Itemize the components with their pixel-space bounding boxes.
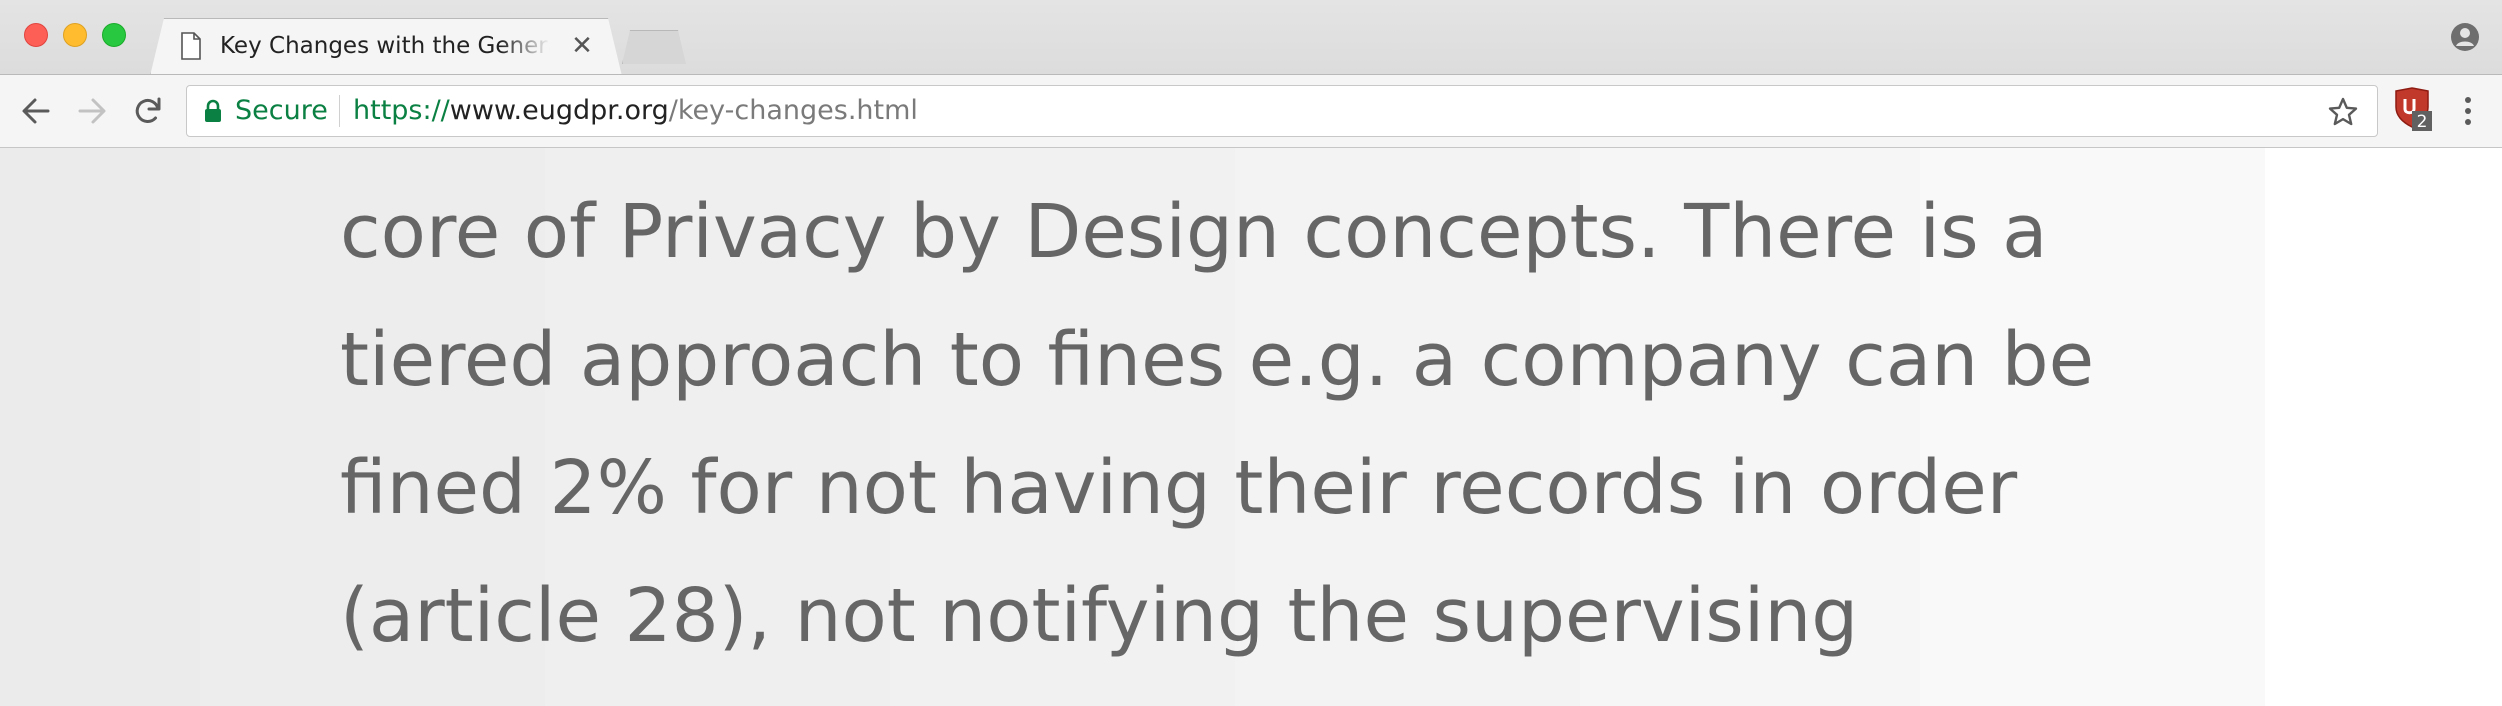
tab-title: Key Changes with the General Data Protec… xyxy=(220,33,550,59)
arrow-right-icon[interactable] xyxy=(74,93,110,129)
url-path: /key-changes.html xyxy=(668,95,918,126)
ublock-shield-icon[interactable]: 2 xyxy=(2392,87,2432,131)
person-icon[interactable] xyxy=(2450,22,2480,52)
window-close-button[interactable] xyxy=(24,23,48,47)
address-separator xyxy=(339,95,340,127)
url-text[interactable]: https://www.eugdpr.org/key-changes.html xyxy=(353,95,918,127)
lock-icon xyxy=(205,99,221,122)
background-band xyxy=(0,148,200,706)
window-maximize-button[interactable] xyxy=(102,23,126,47)
title-bar: Key Changes with the General Data Protec… xyxy=(0,0,2502,74)
secure-label[interactable]: Secure xyxy=(235,95,328,127)
document-icon xyxy=(181,32,201,60)
extension-badge-count: 2 xyxy=(2417,112,2428,131)
star-icon[interactable] xyxy=(2327,96,2359,128)
article-text-line: core of Privacy by Design concepts. Ther… xyxy=(340,189,2048,275)
reload-icon[interactable] xyxy=(130,93,166,129)
address-bar[interactable]: Secure https://www.eugdpr.org/key-change… xyxy=(186,85,2378,137)
window-minimize-button[interactable] xyxy=(63,23,87,47)
kebab-menu-icon[interactable] xyxy=(2456,93,2480,129)
page-viewport: core of Privacy by Design concepts. Ther… xyxy=(0,148,2502,706)
article-text-line: (article 28), not notifying the supervis… xyxy=(340,573,1859,659)
article-text-line: fined 2% for not having their records in… xyxy=(340,445,2018,531)
browser-toolbar: Secure https://www.eugdpr.org/key-change… xyxy=(0,74,2502,148)
article-text-line: tiered approach to fines e.g. a company … xyxy=(340,317,2095,403)
tab-close-icon[interactable]: ✕ xyxy=(568,32,596,60)
new-tab-button[interactable] xyxy=(622,30,686,64)
arrow-left-icon[interactable] xyxy=(18,93,54,129)
url-scheme: https:// xyxy=(353,95,450,126)
background-band xyxy=(2265,148,2502,706)
url-host: www.eugdpr.org xyxy=(449,95,669,126)
